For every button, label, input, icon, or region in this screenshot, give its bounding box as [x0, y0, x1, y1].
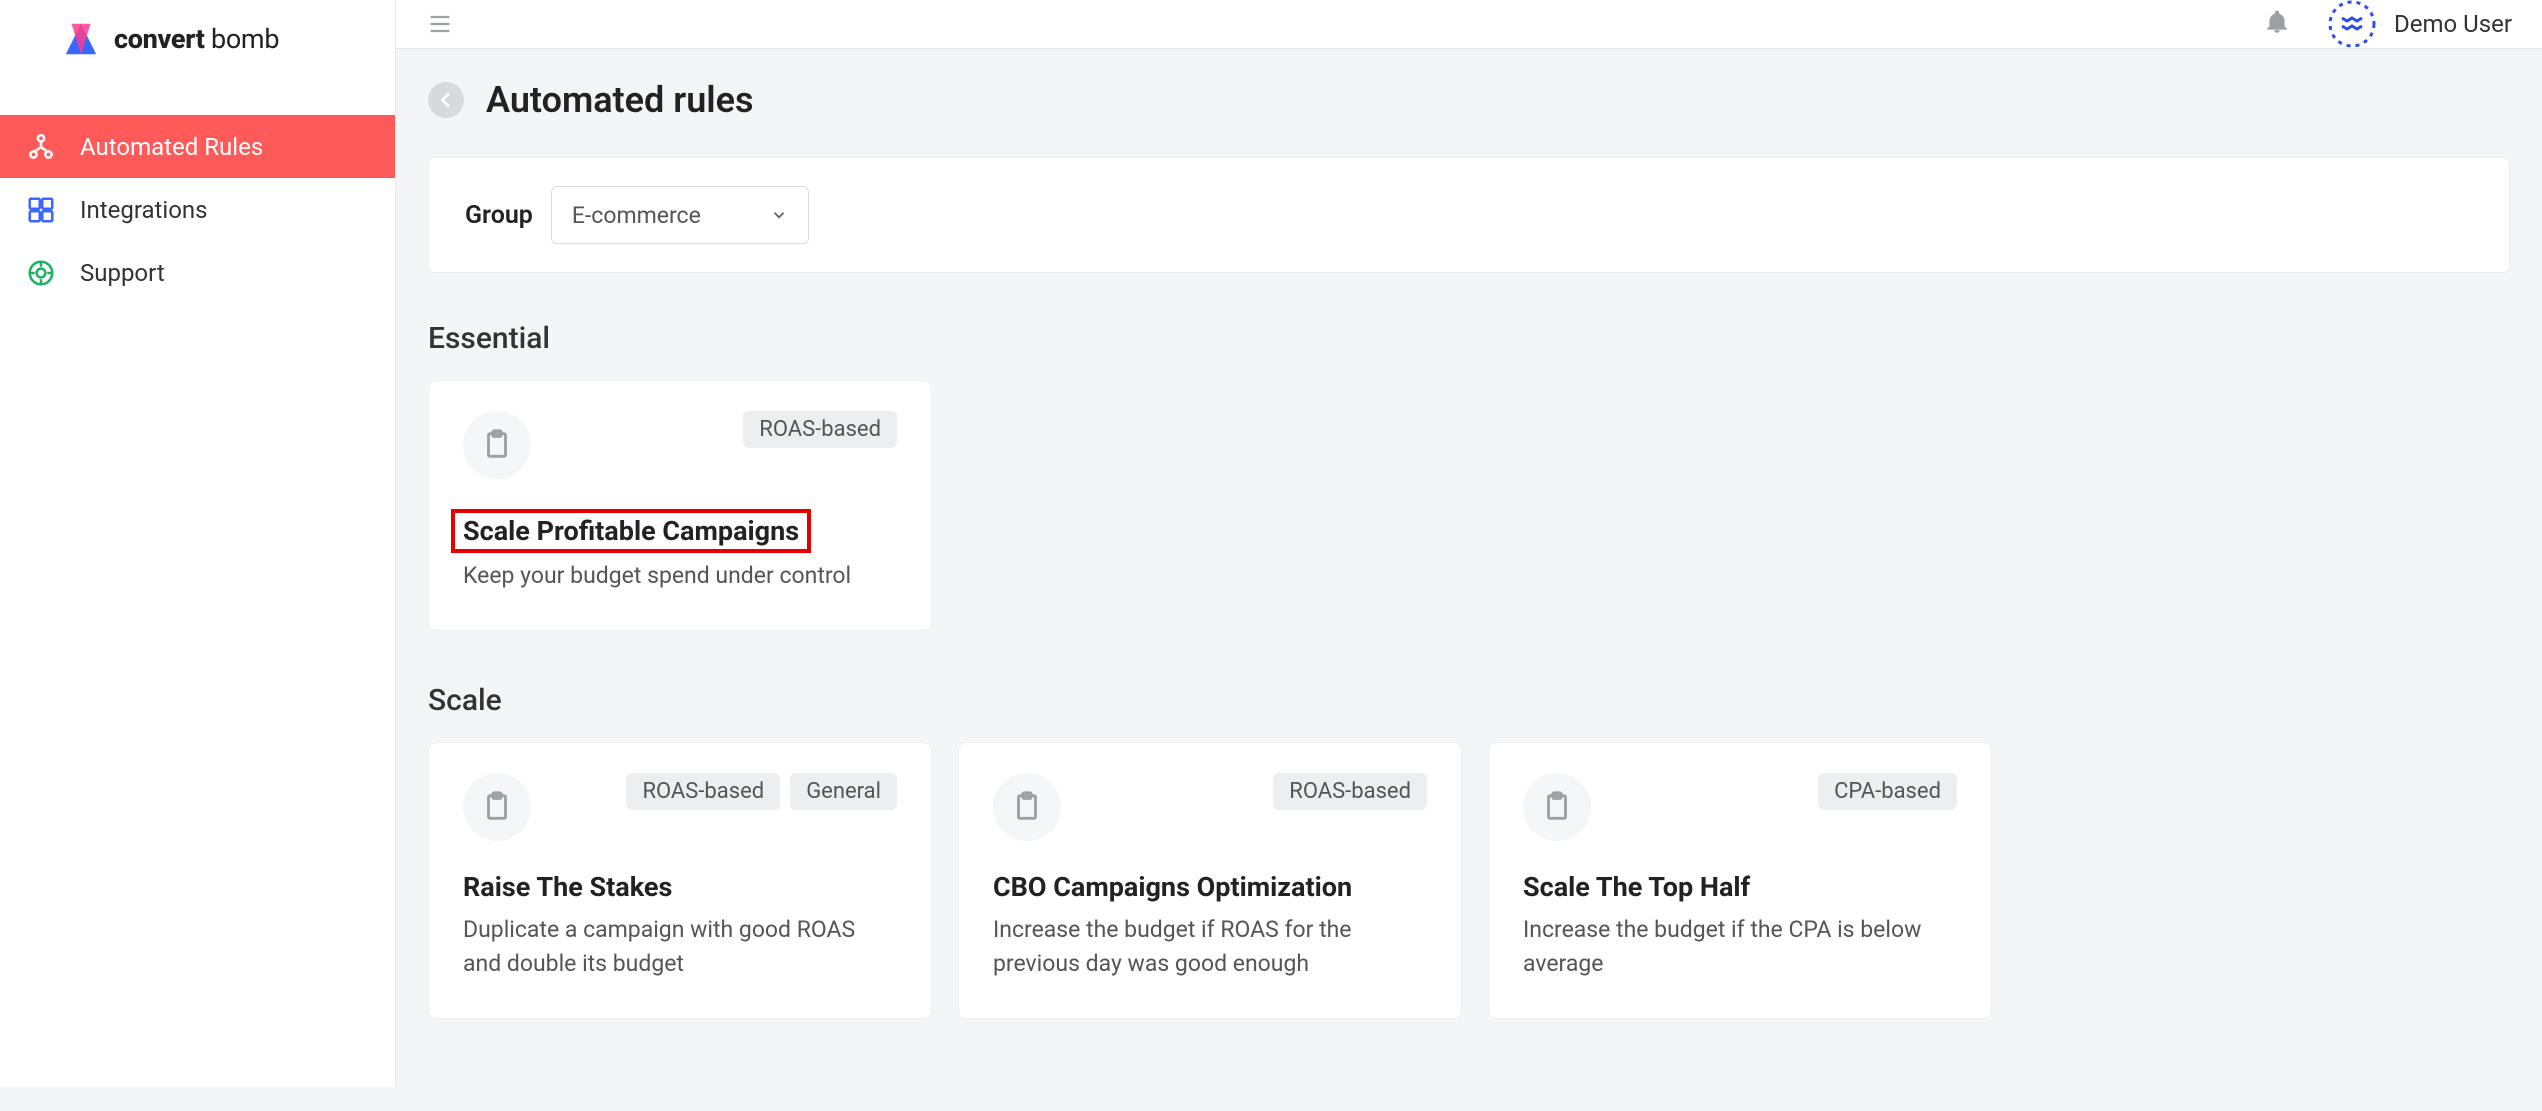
card-title: Raise The Stakes	[463, 871, 897, 903]
nav: Automated Rules Integrations	[0, 77, 395, 304]
card-sub: Increase the budget if ROAS for the prev…	[993, 913, 1427, 982]
card-raise-the-stakes[interactable]: ROAS-based General Raise The Stakes Dupl…	[428, 742, 932, 1019]
integrations-icon	[26, 195, 56, 225]
notifications-button[interactable]	[2264, 9, 2290, 39]
back-button[interactable]	[428, 82, 464, 118]
card-cbo-campaigns-optimization[interactable]: ROAS-based CBO Campaigns Optimization In…	[958, 742, 1462, 1019]
card-title: Scale Profitable Campaigns	[451, 509, 811, 553]
cards-essential: ROAS-based Scale Profitable Campaigns Ke…	[428, 380, 2510, 631]
badge: ROAS-based	[1273, 773, 1427, 810]
support-icon	[26, 258, 56, 288]
card-title: CBO Campaigns Optimization	[993, 871, 1427, 903]
card-sub: Increase the budget if the CPA is below …	[1523, 913, 1957, 982]
rules-icon	[26, 132, 56, 162]
group-panel: Group E-commerce	[428, 157, 2510, 273]
section-title-essential: Essential	[428, 321, 2510, 356]
group-select[interactable]: E-commerce	[551, 186, 809, 244]
logo-text: convert bomb	[114, 23, 279, 55]
clipboard-icon	[993, 773, 1061, 841]
sidebar-item-automated-rules[interactable]: Automated Rules	[0, 115, 395, 178]
clipboard-icon	[463, 411, 531, 479]
sidebar-item-label: Integrations	[80, 196, 208, 224]
avatar	[2328, 0, 2376, 48]
chevron-down-icon	[770, 206, 788, 224]
sidebar: convert bomb Automated Rules	[0, 0, 396, 1087]
sidebar-item-integrations[interactable]: Integrations	[0, 178, 395, 241]
badge: ROAS-based	[626, 773, 780, 810]
card-sub: Duplicate a campaign with good ROAS and …	[463, 913, 897, 982]
logo[interactable]: convert bomb	[0, 0, 395, 77]
card-title: Scale The Top Half	[1523, 871, 1957, 903]
content: Automated rules Group E-commerce Essenti…	[396, 49, 2542, 1111]
card-scale-the-top-half[interactable]: CPA-based Scale The Top Half Increase th…	[1488, 742, 1992, 1019]
sidebar-item-label: Automated Rules	[80, 133, 263, 161]
section-title-scale: Scale	[428, 683, 2510, 718]
cards-scale: ROAS-based General Raise The Stakes Dupl…	[428, 742, 2510, 1019]
card-sub: Keep your budget spend under control	[463, 559, 897, 594]
username: Demo User	[2394, 10, 2512, 38]
menu-toggle-button[interactable]	[424, 8, 456, 40]
group-label: Group	[465, 201, 533, 230]
bell-icon	[2264, 9, 2290, 35]
badge: CPA-based	[1818, 773, 1957, 810]
logo-icon	[62, 20, 100, 58]
sidebar-item-label: Support	[80, 259, 165, 287]
badge: ROAS-based	[743, 411, 897, 448]
main: Demo User Automated rules Group E-commer…	[396, 0, 2542, 1087]
topbar: Demo User	[396, 0, 2542, 49]
user-menu[interactable]: Demo User	[2328, 0, 2512, 48]
card-scale-profitable-campaigns[interactable]: ROAS-based Scale Profitable Campaigns Ke…	[428, 380, 932, 631]
hamburger-icon	[426, 10, 454, 38]
clipboard-icon	[463, 773, 531, 841]
sidebar-item-support[interactable]: Support	[0, 241, 395, 304]
avatar-icon	[2328, 0, 2376, 48]
arrow-left-icon	[435, 89, 457, 111]
clipboard-icon	[1523, 773, 1591, 841]
group-selected-value: E-commerce	[572, 202, 701, 229]
page-title: Automated rules	[486, 79, 754, 121]
badge: General	[790, 773, 897, 810]
